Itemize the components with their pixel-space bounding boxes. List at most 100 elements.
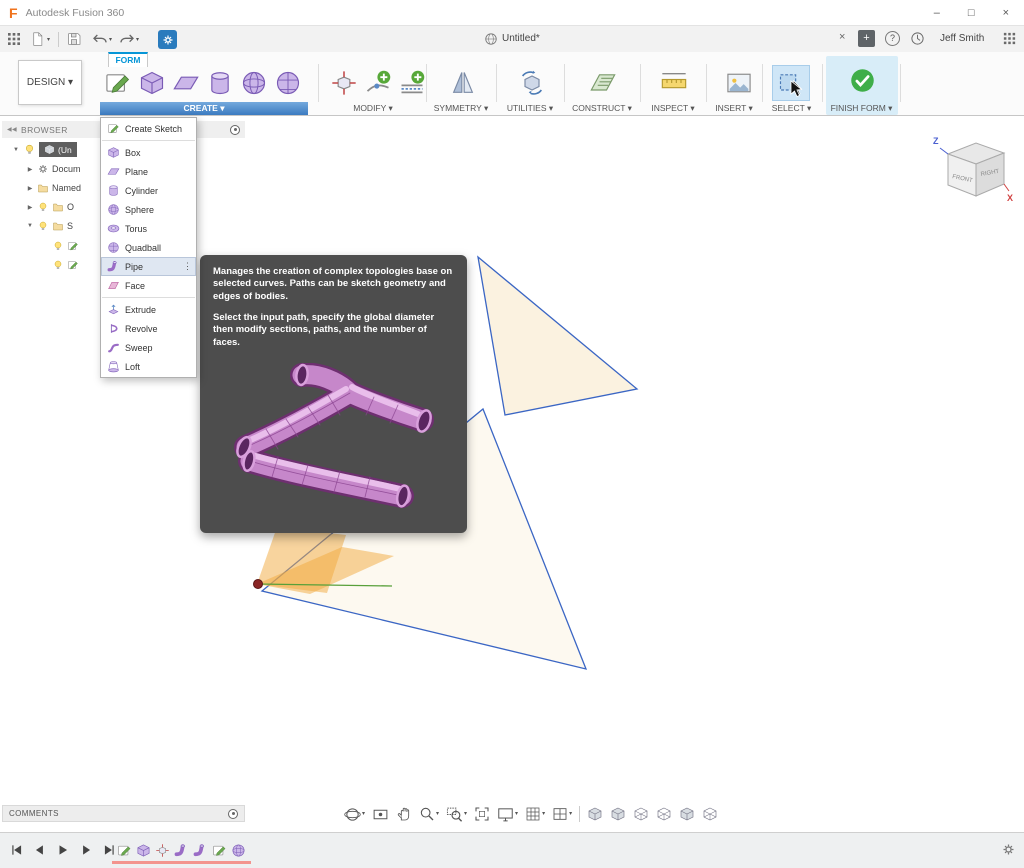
notifications-clock-icon[interactable] bbox=[910, 31, 925, 46]
create-sketch-icon[interactable] bbox=[102, 67, 134, 99]
browser-options-dot-button[interactable] bbox=[230, 125, 240, 135]
maximize-button[interactable]: □ bbox=[968, 7, 975, 19]
menu-item-box[interactable]: Box bbox=[101, 143, 196, 162]
tab-close-icon[interactable]: × bbox=[839, 31, 845, 43]
timeline-sphere-feature-icon[interactable] bbox=[231, 843, 246, 858]
step-back-icon[interactable] bbox=[33, 843, 47, 857]
view-cube[interactable]: FRONT RIGHT Z X bbox=[926, 128, 1018, 206]
menu-item-pipe[interactable]: Pipe ⋮ bbox=[101, 257, 196, 276]
menu-item-face[interactable]: Face bbox=[101, 276, 196, 295]
root-document-chip[interactable]: (Un bbox=[39, 142, 77, 157]
perspective-cube-icon[interactable] bbox=[679, 806, 695, 822]
pan-hand-icon[interactable] bbox=[396, 806, 412, 822]
timeline-box-feature-icon[interactable] bbox=[136, 843, 151, 858]
expand-caret-icon[interactable]: ▼ bbox=[26, 223, 34, 229]
inspect-group-dropdown[interactable]: INSPECT ▾ bbox=[642, 102, 704, 115]
timeline-pipe-feature-icon[interactable] bbox=[174, 843, 189, 858]
finish-form-check-icon[interactable] bbox=[849, 67, 876, 94]
sketch-profile-upper[interactable] bbox=[478, 257, 637, 415]
timeline-sketch-feature-icon[interactable] bbox=[117, 843, 132, 858]
origin-point[interactable] bbox=[254, 580, 263, 589]
close-button[interactable]: × bbox=[1003, 7, 1009, 19]
zoom-icon[interactable]: ▾ bbox=[419, 806, 439, 822]
expand-caret-icon[interactable]: ▶ bbox=[26, 166, 34, 173]
play-icon[interactable] bbox=[56, 843, 70, 857]
help-icon[interactable]: ? bbox=[885, 31, 900, 46]
look-at-icon[interactable] bbox=[372, 806, 389, 823]
select-group-dropdown[interactable]: SELECT ▾ bbox=[763, 102, 820, 115]
expand-caret-icon[interactable]: ▶ bbox=[26, 185, 34, 192]
hidden-edges-cube-icon[interactable] bbox=[656, 806, 672, 822]
mirror-symmetry-icon[interactable] bbox=[447, 67, 479, 99]
visibility-bulb-icon[interactable] bbox=[52, 259, 64, 271]
display-settings-icon[interactable]: ▾ bbox=[497, 806, 518, 823]
wireframe-cube-icon[interactable] bbox=[633, 806, 649, 822]
browser-item-named-views[interactable]: ▶ Named bbox=[26, 182, 81, 194]
visibility-bulb-icon[interactable] bbox=[52, 240, 64, 252]
menu-item-extrude[interactable]: Extrude bbox=[101, 300, 196, 319]
menu-item-plane[interactable]: Plane bbox=[101, 162, 196, 181]
expand-caret-icon[interactable]: ▼ bbox=[12, 147, 20, 153]
utilities-icon[interactable] bbox=[516, 67, 548, 99]
menu-item-sphere[interactable]: Sphere bbox=[101, 200, 196, 219]
shaded-edges-cube-icon[interactable] bbox=[610, 806, 626, 822]
orthographic-cube-icon[interactable] bbox=[702, 806, 718, 822]
menu-item-torus[interactable]: Torus bbox=[101, 219, 196, 238]
go-to-start-icon[interactable] bbox=[10, 843, 24, 857]
browser-item-sketch-child[interactable] bbox=[52, 259, 79, 271]
job-status-icon[interactable] bbox=[158, 30, 177, 49]
zoom-window-icon[interactable]: ▾ bbox=[446, 806, 467, 823]
box-icon[interactable] bbox=[136, 67, 168, 99]
construct-group-dropdown[interactable]: CONSTRUCT ▾ bbox=[566, 102, 638, 115]
construct-plane-icon[interactable] bbox=[587, 67, 619, 99]
insert-image-icon[interactable] bbox=[723, 67, 755, 99]
create-group-dropdown[interactable]: CREATE ▾ bbox=[100, 102, 308, 115]
timeline-sketch-feature-icon[interactable] bbox=[212, 843, 227, 858]
menu-item-sweep[interactable]: Sweep bbox=[101, 338, 196, 357]
document-tab[interactable]: Untitled* bbox=[502, 33, 540, 44]
redo-caret-icon[interactable]: ▾ bbox=[136, 37, 139, 43]
undo-caret-icon[interactable]: ▾ bbox=[109, 37, 112, 43]
browser-root-item[interactable]: ▼ (Un bbox=[12, 142, 77, 157]
undo-icon[interactable] bbox=[92, 31, 108, 47]
app-grid-icon[interactable] bbox=[6, 31, 22, 47]
tab-form[interactable]: FORM bbox=[108, 52, 148, 67]
shaded-cube-icon[interactable] bbox=[587, 806, 603, 822]
orbit-icon[interactable]: ▾ bbox=[344, 806, 365, 823]
menu-item-loft[interactable]: Loft bbox=[101, 357, 196, 376]
comments-options-dot-button[interactable] bbox=[228, 809, 238, 819]
menu-item-cylinder[interactable]: Cylinder bbox=[101, 181, 196, 200]
visibility-bulb-icon[interactable] bbox=[37, 220, 49, 232]
visibility-bulb-icon[interactable] bbox=[37, 201, 49, 213]
fit-icon[interactable] bbox=[474, 806, 490, 822]
symmetry-group-dropdown[interactable]: SYMMETRY ▾ bbox=[428, 102, 494, 115]
finish-form-button[interactable]: FINISH FORM ▾ bbox=[824, 102, 899, 115]
viewports-icon[interactable]: ▾ bbox=[552, 806, 572, 822]
sphere-icon[interactable] bbox=[238, 67, 270, 99]
redo-icon[interactable] bbox=[119, 31, 135, 47]
visibility-bulb-icon[interactable] bbox=[23, 143, 36, 156]
modify-group-dropdown[interactable]: MODIFY ▾ bbox=[322, 102, 424, 115]
insert-group-dropdown[interactable]: INSERT ▾ bbox=[708, 102, 760, 115]
timeline-edit-form-feature-icon[interactable] bbox=[155, 843, 170, 858]
menu-item-quadball[interactable]: Quadball bbox=[101, 238, 196, 257]
step-forward-icon[interactable] bbox=[79, 843, 93, 857]
menu-item-revolve[interactable]: Revolve bbox=[101, 319, 196, 338]
save-icon[interactable] bbox=[66, 31, 82, 47]
file-menu-caret-icon[interactable]: ▾ bbox=[47, 37, 50, 43]
workspace-selector[interactable]: DESIGN ▾ bbox=[18, 60, 82, 105]
quadball-icon[interactable] bbox=[272, 67, 304, 99]
insert-edge-icon[interactable] bbox=[396, 67, 428, 99]
timeline-pipe-feature-icon[interactable] bbox=[193, 843, 208, 858]
user-menu[interactable]: Jeff Smith bbox=[940, 33, 984, 44]
edit-form-icon[interactable] bbox=[328, 67, 360, 99]
utilities-group-dropdown[interactable]: UTILITIES ▾ bbox=[498, 102, 562, 115]
minimize-button[interactable]: – bbox=[934, 7, 940, 19]
browser-item-sketches[interactable]: ▼ S bbox=[26, 220, 73, 232]
menu-item-create-sketch[interactable]: Create Sketch bbox=[101, 119, 196, 138]
plane-icon[interactable] bbox=[170, 67, 202, 99]
file-menu-icon[interactable] bbox=[30, 31, 45, 47]
app-grid-icon-right[interactable] bbox=[1002, 31, 1017, 46]
timeline-settings-gear-icon[interactable] bbox=[1001, 842, 1016, 857]
expand-caret-icon[interactable]: ▶ bbox=[26, 204, 34, 211]
